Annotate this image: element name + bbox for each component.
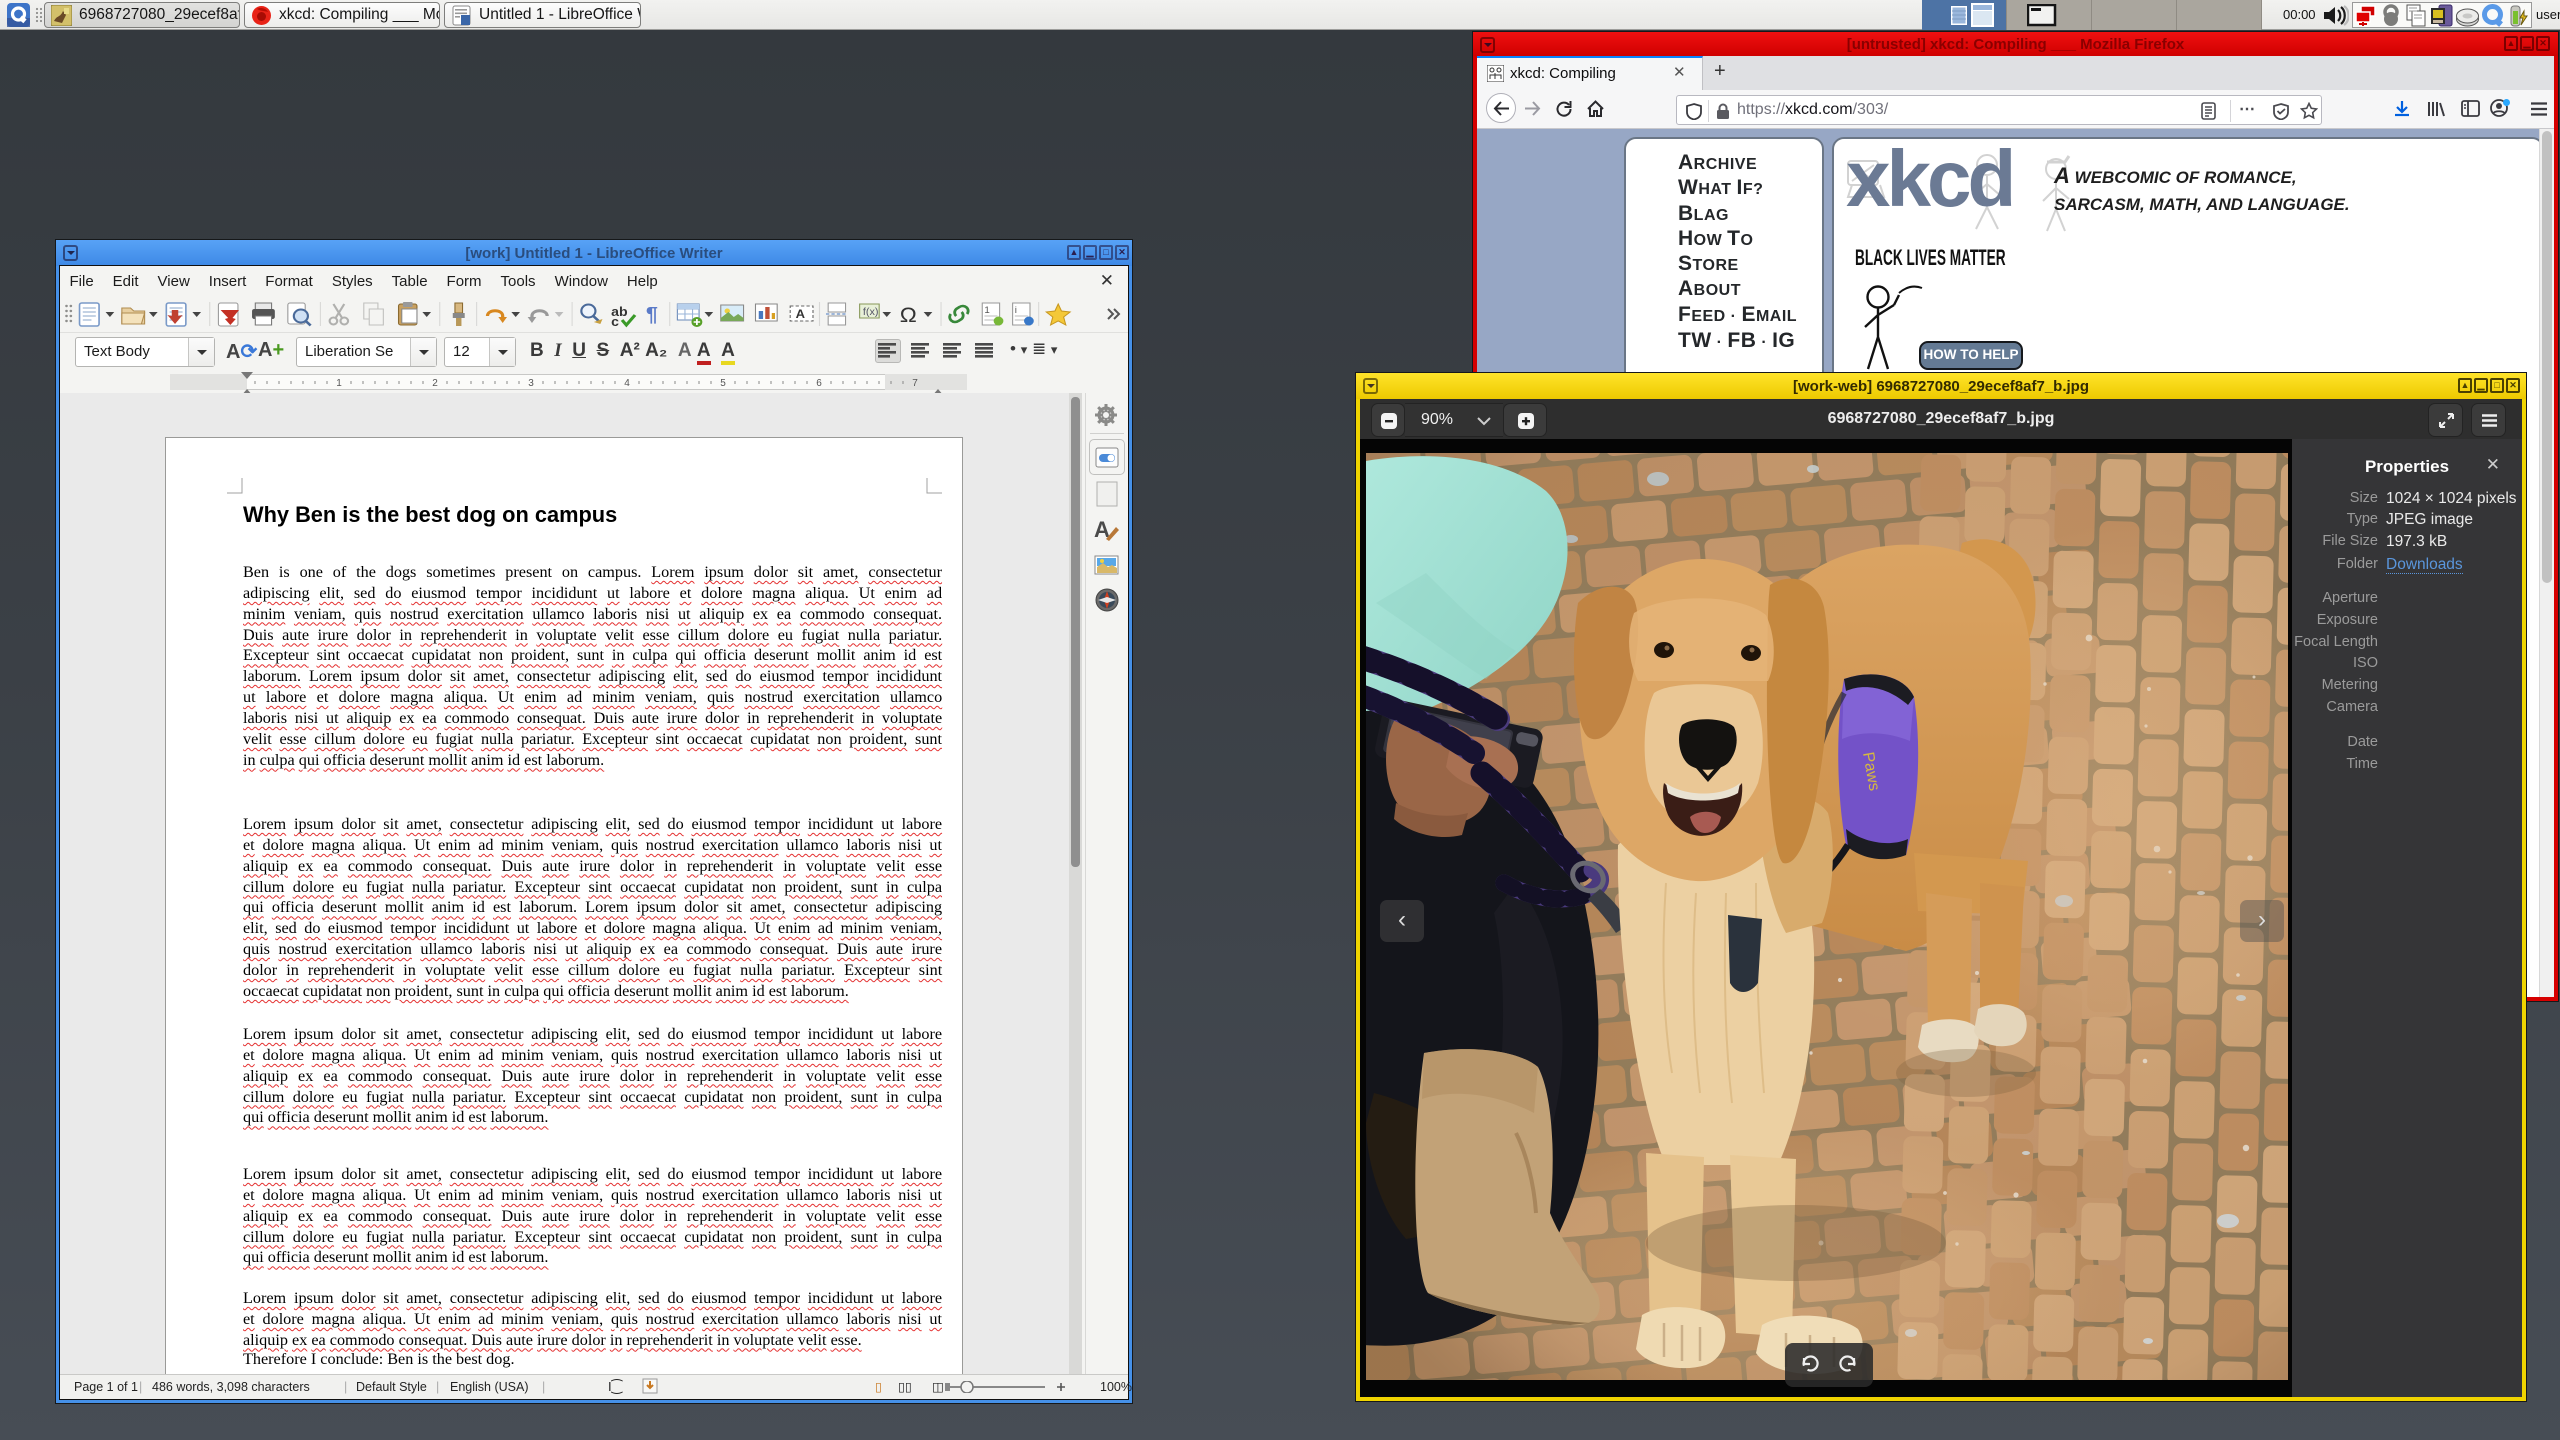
- svg-text:4: 4: [624, 378, 630, 389]
- svg-text:2: 2: [432, 378, 438, 389]
- svg-text:7: 7: [912, 378, 918, 389]
- svg-text:¶: ¶: [646, 304, 658, 326]
- svg-text:Ω: Ω: [900, 303, 917, 327]
- svg-text:6: 6: [816, 378, 822, 389]
- svg-text:f(x): f(x): [863, 307, 879, 318]
- svg-text:i: i: [1015, 304, 1017, 315]
- svg-text:5: 5: [720, 378, 726, 389]
- svg-text:1: 1: [336, 378, 342, 389]
- svg-text:c: c: [611, 314, 619, 328]
- svg-text:1: 1: [984, 304, 989, 315]
- svg-text:3: 3: [528, 378, 534, 389]
- svg-text:A: A: [796, 307, 805, 320]
